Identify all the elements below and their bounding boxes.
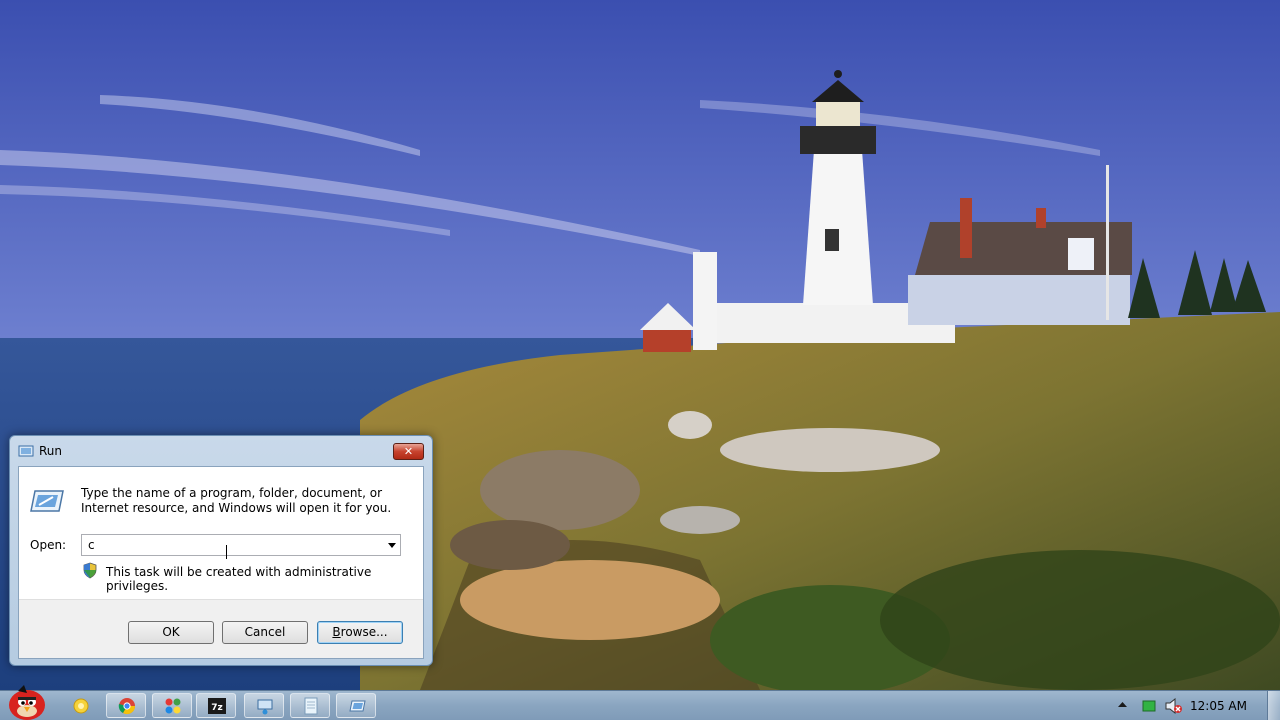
browse-button[interactable]: Browse...	[317, 621, 403, 644]
show-desktop-button[interactable]	[1267, 691, 1280, 720]
network-icon[interactable]	[1142, 700, 1156, 712]
run-program-icon	[30, 490, 64, 512]
run-window-icon	[349, 700, 366, 712]
admin-privileges-note: This task will be created with administr…	[106, 565, 372, 593]
i-beam-cursor-icon	[226, 545, 227, 559]
open-combobox[interactable]	[81, 534, 401, 556]
run-icon	[18, 445, 34, 457]
folder-icon	[73, 698, 89, 714]
chrome-icon	[118, 698, 136, 715]
taskbar-7zip[interactable]: 7z	[196, 693, 236, 718]
open-label: Open:	[30, 538, 67, 552]
dialog-client-area: Type the name of a program, folder, docu…	[18, 466, 424, 659]
ok-button[interactable]: OK	[128, 621, 214, 644]
run-dialog: Run ✕ Type the name of a program, folder…	[9, 435, 433, 666]
taskbar-app-grid[interactable]	[152, 693, 192, 718]
open-input[interactable]	[82, 535, 390, 555]
clock[interactable]: 12:05 AM	[1190, 699, 1247, 713]
notepad-icon	[304, 697, 318, 715]
chevron-down-icon[interactable]	[388, 543, 396, 548]
volume-muted-icon[interactable]	[1165, 698, 1183, 714]
taskbar-notepad[interactable]	[290, 693, 330, 718]
dialog-title: Run	[39, 444, 63, 458]
taskbar-network-drive[interactable]	[244, 693, 284, 718]
taskbar-folder[interactable]	[60, 693, 100, 718]
cancel-button[interactable]: Cancel	[222, 621, 308, 644]
taskbar: 7z 12:05 AM	[0, 685, 1280, 721]
dialog-button-bar: OK Cancel Browse...	[19, 599, 423, 658]
network-drive-icon	[257, 699, 273, 715]
app-grid-icon	[165, 698, 181, 714]
start-orb-icon[interactable]	[4, 683, 50, 721]
show-hidden-icons-chevron[interactable]	[1118, 701, 1127, 708]
dialog-description: Type the name of a program, folder, docu…	[81, 486, 392, 515]
svg-text:7z: 7z	[211, 703, 223, 713]
taskbar-chrome[interactable]	[106, 693, 146, 718]
dialog-titlebar[interactable]: Run ✕	[10, 436, 432, 466]
taskbar-run[interactable]	[336, 693, 376, 718]
close-button[interactable]: ✕	[393, 443, 424, 460]
uac-shield-icon	[83, 562, 97, 579]
system-tray: 12:05 AM	[1110, 691, 1280, 721]
browse-accelerator: B	[332, 625, 341, 639]
7zip-icon: 7z	[208, 698, 226, 714]
browse-label: rowse...	[340, 625, 388, 639]
